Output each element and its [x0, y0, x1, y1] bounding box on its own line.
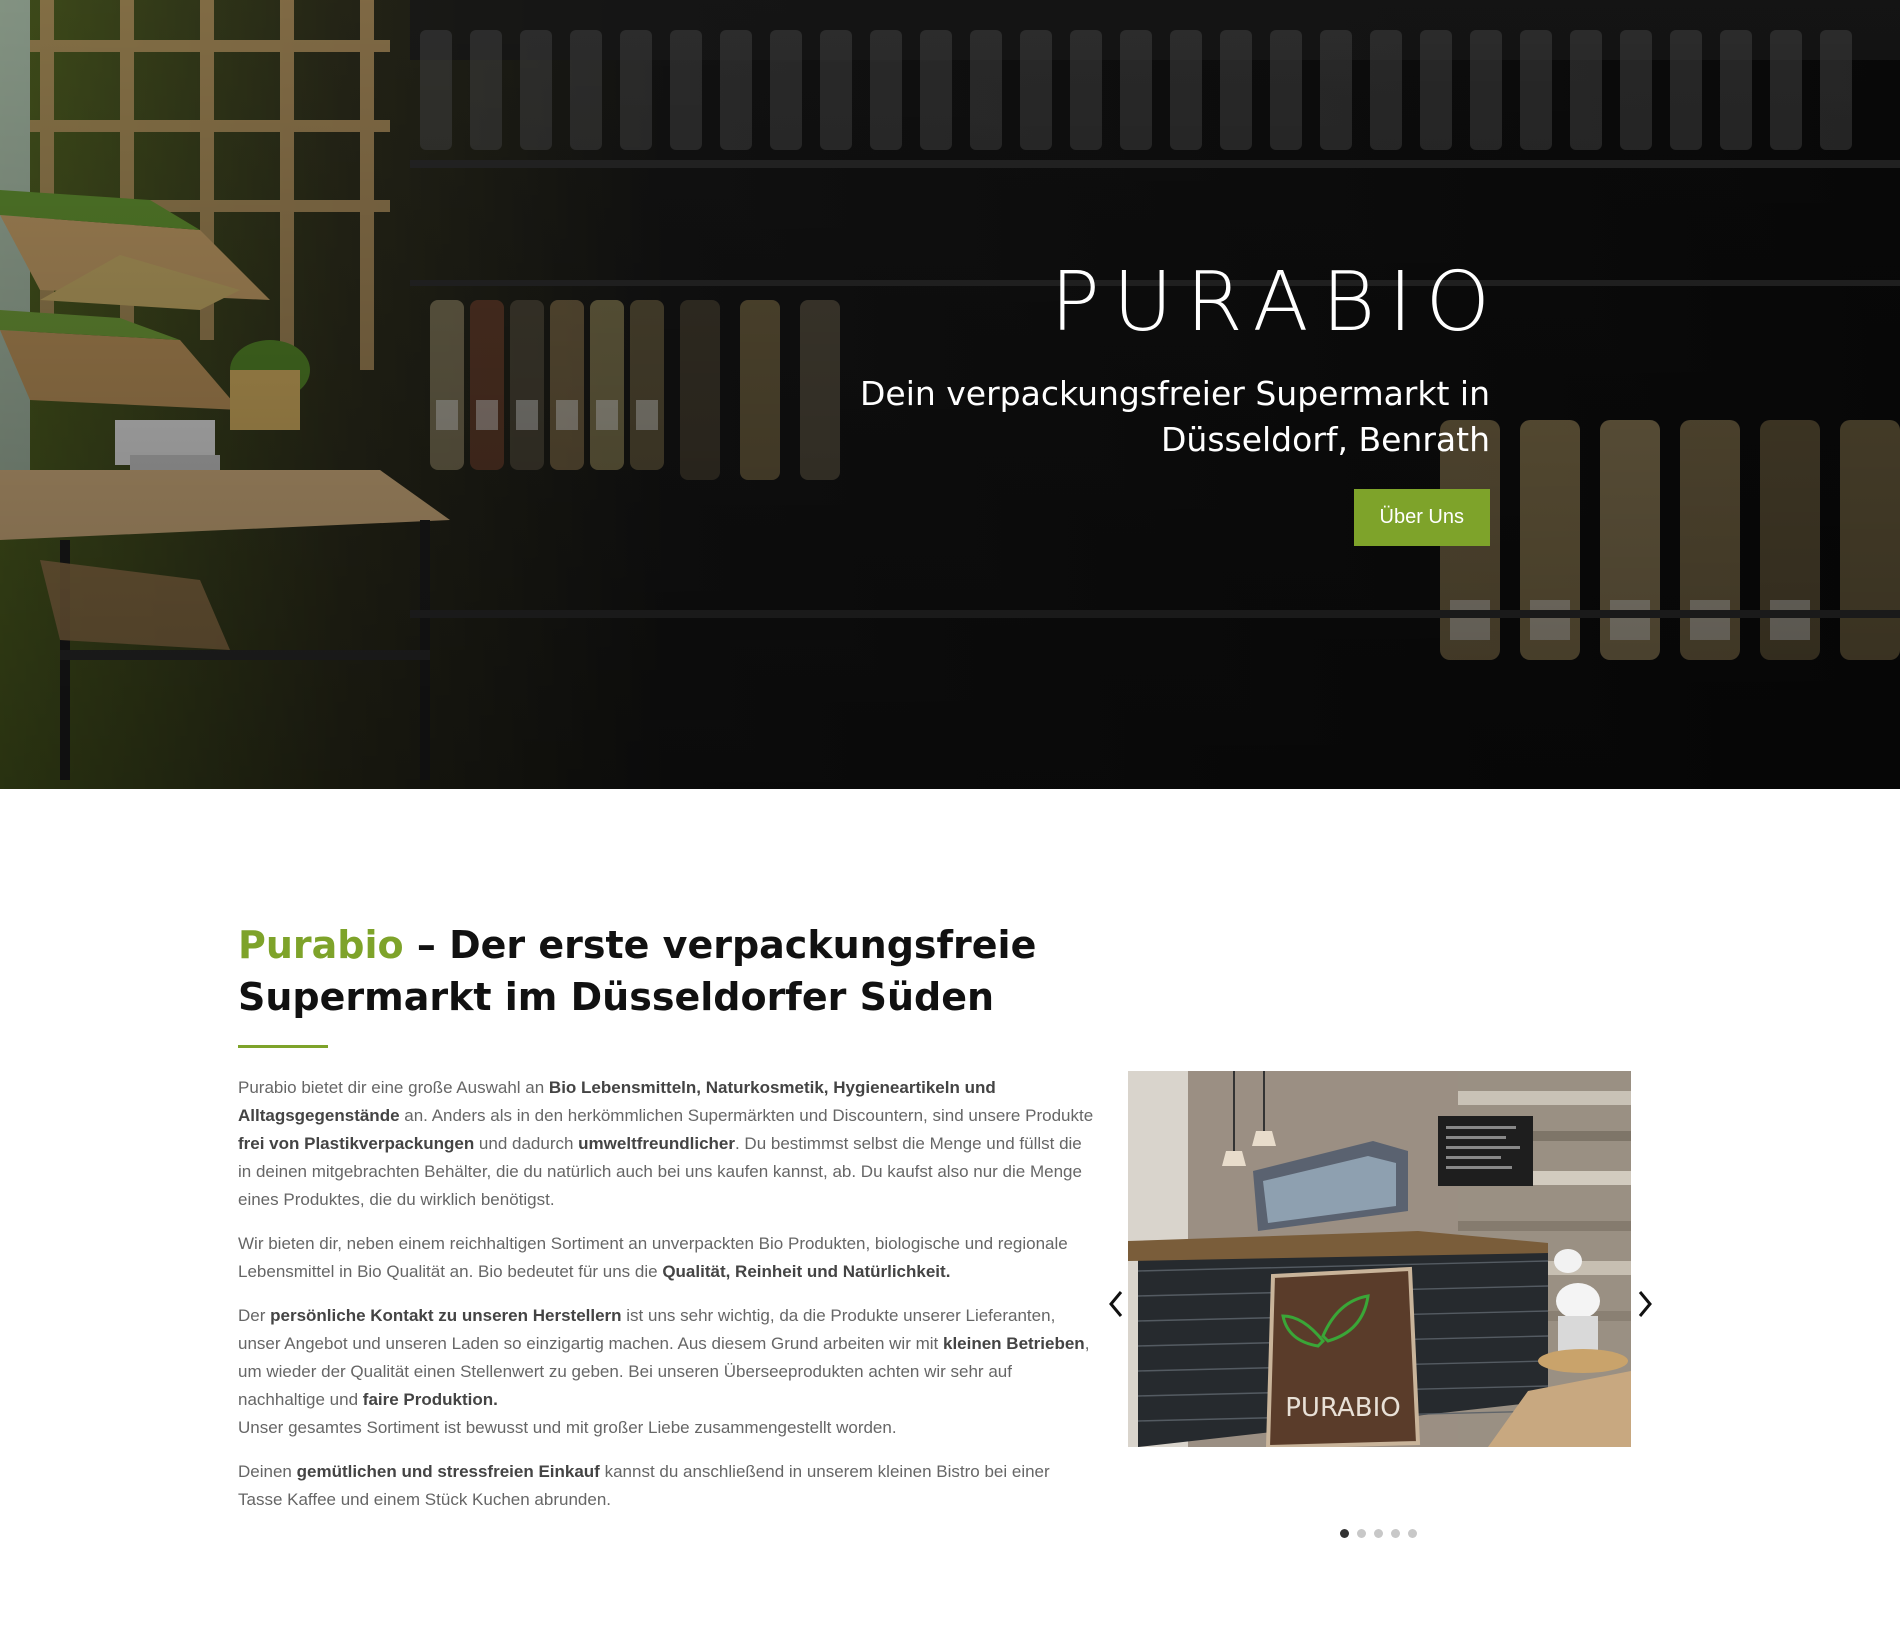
intro-paragraph-2: Wir bieten dir, neben einem reichhaltige…: [238, 1230, 1098, 1286]
intro-body: Purabio bietet dir eine große Auswahl an…: [238, 1074, 1098, 1530]
slider-dot-2[interactable]: [1357, 1529, 1366, 1538]
chevron-left-icon[interactable]: [1105, 1289, 1129, 1319]
slider-dot-4[interactable]: [1391, 1529, 1400, 1538]
image-slider: PURABIO: [1128, 1071, 1631, 1447]
bold-span: faire Produktion.: [362, 1390, 498, 1409]
intro-heading: Purabio – Der erste verpackungsfreie Sup…: [238, 919, 1078, 1023]
text-span: Der: [238, 1306, 271, 1325]
intro-paragraph-3: Der persönliche Kontakt zu unseren Herst…: [238, 1302, 1098, 1442]
bistro-counter-image: PURABIO: [1128, 1071, 1631, 1447]
bold-span: persönliche Kontakt zu unseren Herstelle…: [270, 1306, 622, 1325]
hero-subtitle: Dein verpackungsfreier Supermarkt in Düs…: [859, 374, 1490, 459]
hero-title: PURABIO: [1050, 255, 1503, 350]
intro-section: Purabio – Der erste verpackungsfreie Sup…: [0, 789, 1900, 1633]
about-us-button[interactable]: Über Uns: [1353, 489, 1490, 546]
slider-dot-3[interactable]: [1374, 1529, 1383, 1538]
hero-section: PURABIO Dein verpackungsfreier Supermark…: [0, 0, 1900, 789]
text-span: Unser gesamtes Sortiment ist bewusst und…: [238, 1418, 897, 1437]
chevron-right-icon[interactable]: [1632, 1289, 1656, 1319]
bold-span: umweltfreundlicher: [578, 1134, 735, 1153]
text-span: an. Anders als in den herkömmlichen Supe…: [399, 1106, 1094, 1125]
intro-heading-accent: Purabio: [238, 923, 404, 967]
bold-span: gemütlichen und stressfreien Einkauf: [296, 1462, 600, 1481]
intro-paragraph-1: Purabio bietet dir eine große Auswahl an…: [238, 1074, 1098, 1214]
bold-span: frei von Plastikverpackungen: [238, 1134, 475, 1153]
chalk-sign-text: PURABIO: [1285, 1393, 1400, 1423]
slider-dots: [1340, 1529, 1417, 1538]
text-span: Purabio bietet dir eine große Auswahl an: [238, 1078, 549, 1097]
bold-span: Qualität, Reinheit und Natürlichkeit.: [662, 1262, 951, 1281]
slider-dot-5[interactable]: [1408, 1529, 1417, 1538]
bold-span: kleinen Betrieben: [942, 1334, 1085, 1353]
heading-divider: [238, 1045, 328, 1048]
text-span: und dadurch: [474, 1134, 579, 1153]
intro-paragraph-4: Deinen gemütlichen und stressfreien Eink…: [238, 1458, 1098, 1514]
slider-dot-1[interactable]: [1340, 1529, 1349, 1538]
hero-text-block: PURABIO Dein verpackungsfreier Supermark…: [810, 255, 1490, 546]
text-span: Deinen: [238, 1462, 297, 1481]
